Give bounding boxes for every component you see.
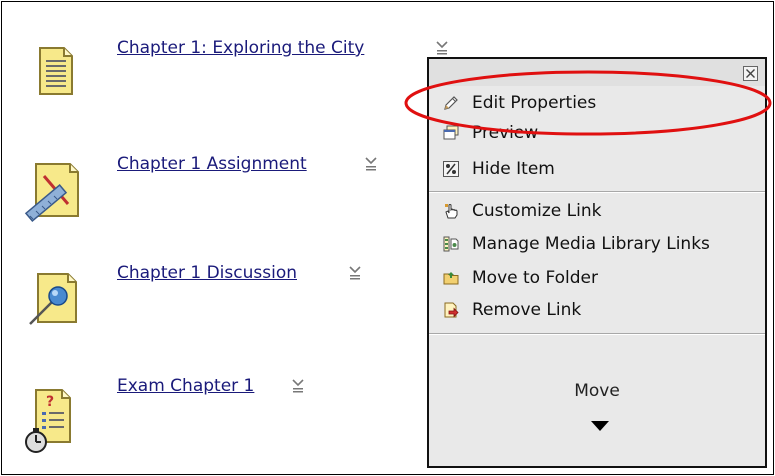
item-menu-button[interactable] — [291, 378, 305, 394]
item-link-exam[interactable]: Exam Chapter 1 — [117, 376, 254, 396]
item-context-menu: Edit Properties Preview Hide Item Custom… — [427, 57, 767, 468]
menu-item-remove-link[interactable]: Remove Link — [437, 297, 757, 325]
menu-item-preview[interactable]: Preview — [437, 120, 757, 148]
item-menu-button[interactable] — [364, 156, 378, 172]
menu-divider — [429, 333, 765, 335]
menu-item-hide-item[interactable]: Hide Item — [437, 156, 757, 184]
hide-item-icon — [443, 161, 459, 177]
exam-icon: ? — [25, 389, 71, 453]
menu-item-label: Customize Link — [472, 201, 602, 221]
hand-pointer-icon — [445, 204, 458, 219]
menu-item-label: Remove Link — [472, 300, 582, 320]
menu-item-label: Move to Folder — [472, 268, 598, 288]
item-link-discussion[interactable]: Chapter 1 Discussion — [117, 263, 297, 283]
menu-item-label: Preview — [472, 123, 539, 143]
menu-item-label: Hide Item — [472, 159, 555, 179]
discussion-icon — [29, 273, 77, 325]
context-menu-header — [429, 59, 765, 86]
menu-item-edit-properties[interactable]: Edit Properties — [437, 90, 757, 118]
media-library-icon — [443, 236, 459, 252]
item-menu-button[interactable] — [348, 265, 362, 281]
move-button[interactable]: Move — [429, 381, 765, 401]
item-link-chapter-1[interactable]: Chapter 1: Exploring the City — [117, 38, 364, 58]
menu-item-label: Edit Properties — [472, 93, 597, 113]
pencil-icon — [444, 96, 458, 110]
menu-item-label: Manage Media Library Links — [472, 234, 710, 254]
document-icon — [39, 47, 73, 95]
item-link-assignment[interactable]: Chapter 1 Assignment — [117, 154, 307, 174]
menu-item-move-to-folder[interactable]: Move to Folder — [437, 265, 757, 293]
preview-icon — [443, 125, 459, 140]
close-icon[interactable] — [743, 66, 758, 81]
svg-text:?: ? — [46, 394, 54, 410]
move-down-arrow-icon[interactable] — [591, 421, 609, 431]
folder-icon — [443, 272, 459, 285]
assignment-icon — [24, 163, 79, 223]
menu-divider — [429, 191, 765, 193]
menu-item-manage-media-library-links[interactable]: Manage Media Library Links — [437, 231, 757, 259]
menu-item-customize-link[interactable]: Customize Link — [437, 198, 757, 226]
item-menu-button[interactable] — [435, 40, 449, 56]
remove-link-icon — [444, 302, 459, 318]
